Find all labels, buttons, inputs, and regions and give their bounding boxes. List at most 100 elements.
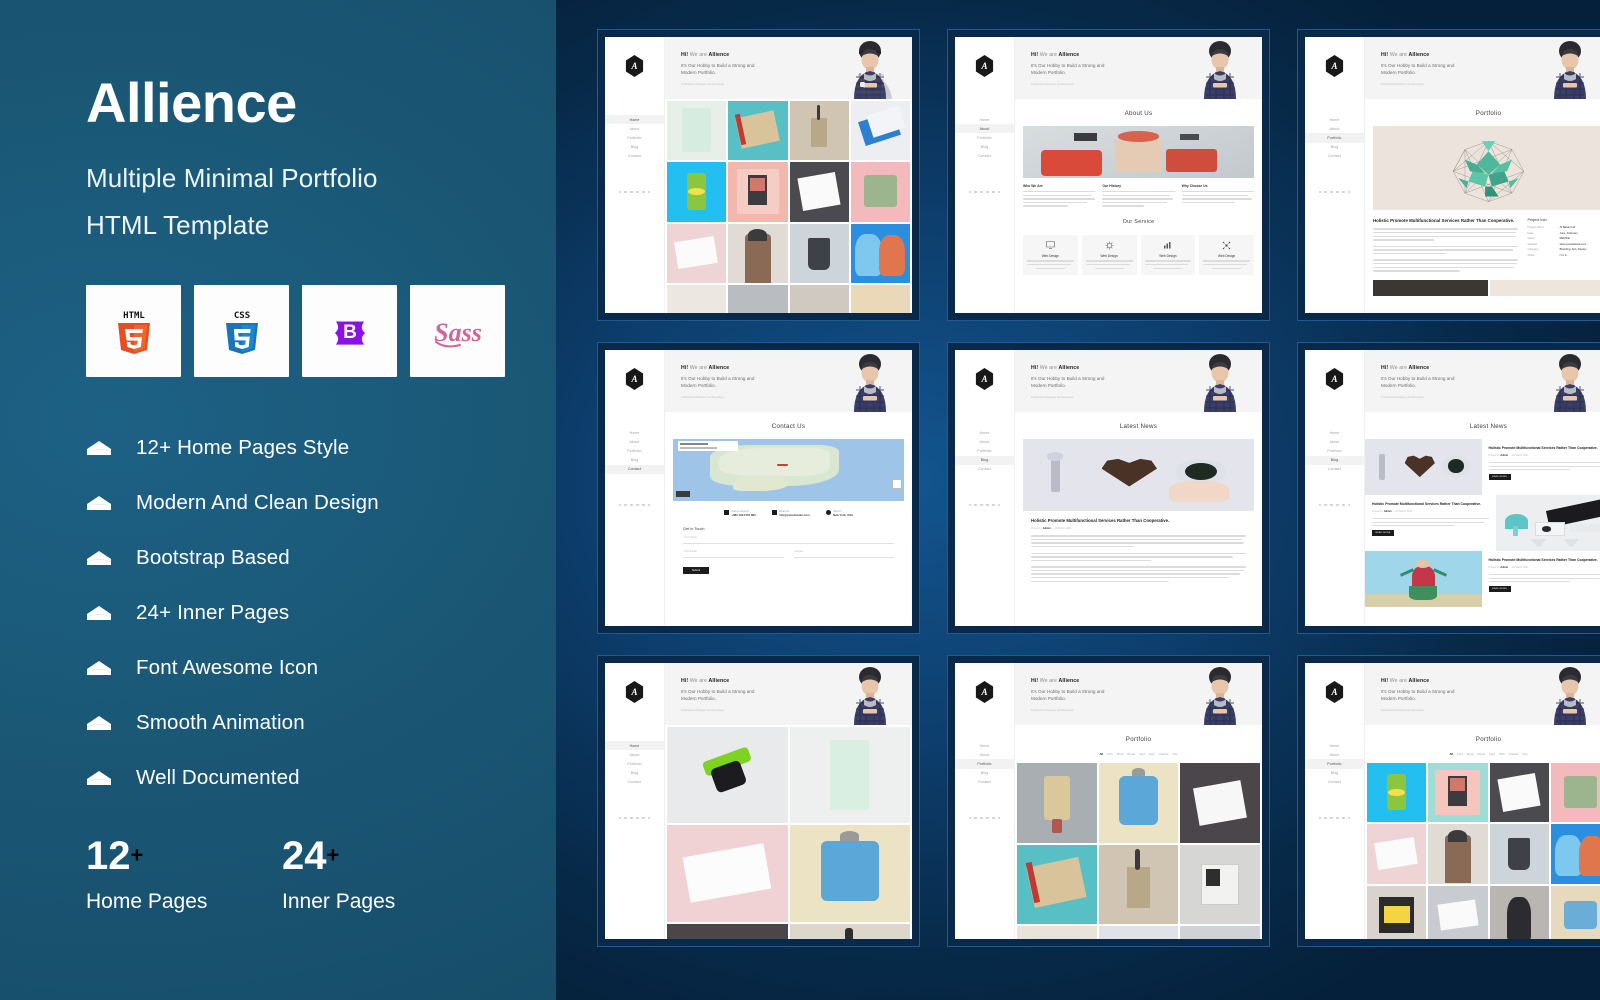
portfolio-item[interactable] — [1428, 885, 1488, 939]
filter-print[interactable]: Print — [1457, 752, 1463, 756]
nav-item-blog[interactable]: Blog — [1305, 143, 1364, 152]
portfolio-item[interactable] — [667, 284, 727, 313]
nav-item-portfolio[interactable]: Portfolio — [1305, 446, 1364, 455]
nav-item-home[interactable]: Home — [1305, 428, 1364, 437]
portfolio-item[interactable] — [1428, 763, 1488, 823]
behance-icon[interactable] — [1336, 190, 1339, 194]
facebook-icon[interactable] — [1318, 503, 1321, 507]
twitter-icon[interactable] — [1324, 816, 1327, 820]
screenshot-card-blog-list[interactable]: A Home About Portfolio Blog Contact Hi! … — [1297, 342, 1600, 634]
dribbble-icon[interactable] — [1330, 190, 1333, 194]
linkedin-icon[interactable] — [1348, 190, 1351, 194]
nav-item-portfolio[interactable]: Portfolio — [1305, 759, 1364, 769]
filter-mock[interactable]: Mock — [1117, 752, 1124, 756]
twitter-icon[interactable] — [974, 503, 977, 507]
filter-brand[interactable]: Brand — [1128, 752, 1135, 756]
portfolio-item[interactable] — [728, 284, 788, 313]
portfolio-item[interactable] — [1017, 844, 1097, 925]
filter-web[interactable]: Web — [1149, 752, 1155, 756]
social-icon-row[interactable] — [605, 816, 664, 820]
twitter-icon[interactable] — [974, 816, 977, 820]
instagram-icon[interactable] — [642, 816, 645, 820]
nav-item-blog[interactable]: Blog — [605, 769, 664, 778]
nav-item-about[interactable]: About — [605, 124, 664, 133]
facebook-icon[interactable] — [618, 816, 621, 820]
portfolio-item[interactable] — [789, 284, 849, 313]
nav-item-blog[interactable]: Blog — [955, 769, 1014, 778]
nav-item-portfolio[interactable]: Portfolio — [955, 759, 1014, 769]
nav-item-portfolio[interactable]: Portfolio — [605, 759, 664, 768]
dribbble-icon[interactable] — [1330, 816, 1333, 820]
instagram-icon[interactable] — [992, 190, 995, 194]
nav-item-portfolio[interactable]: Portfolio — [605, 446, 664, 455]
blog-post-row[interactable]: Holistic Promote Multifunctional Service… — [1365, 495, 1600, 551]
portfolio-item[interactable] — [1180, 763, 1260, 843]
social-icon-row[interactable] — [1305, 816, 1364, 820]
nav-item-home[interactable]: Home — [605, 428, 664, 437]
portfolio-item[interactable] — [789, 727, 910, 824]
nav-item-home[interactable]: Home — [955, 428, 1014, 437]
behance-icon[interactable] — [986, 816, 989, 820]
nav-item-about[interactable]: About — [1305, 750, 1364, 759]
portfolio-item[interactable] — [667, 923, 788, 939]
filter-print[interactable]: Print — [1107, 752, 1113, 756]
portfolio-item[interactable] — [1550, 824, 1600, 884]
portfolio-item[interactable] — [1098, 844, 1179, 925]
dribbble-icon[interactable] — [1330, 503, 1333, 507]
portfolio-item[interactable] — [728, 162, 788, 222]
portfolio-item[interactable] — [1180, 926, 1260, 939]
instagram-icon[interactable] — [1342, 190, 1345, 194]
subject-field[interactable]: Subject — [793, 550, 894, 558]
nav-item-about[interactable]: About — [955, 437, 1014, 446]
portfolio-item[interactable] — [667, 162, 727, 222]
nav-item-contact[interactable]: Contact — [955, 465, 1014, 474]
portfolio-item[interactable] — [1367, 885, 1427, 939]
submit-button[interactable]: Submit — [683, 567, 709, 574]
nav-item-about[interactable]: About — [1305, 437, 1364, 446]
portfolio-filter-bar[interactable]: All Print Mock Brand Card Web Graphic Ar… — [1015, 752, 1262, 763]
email-field[interactable]: Your Email — [683, 550, 784, 558]
linkedin-icon[interactable] — [1348, 816, 1351, 820]
nav-item-about[interactable]: About — [605, 437, 664, 446]
behance-icon[interactable] — [636, 816, 639, 820]
service-card[interactable]: Web Design — [1199, 234, 1254, 275]
twitter-icon[interactable] — [624, 503, 627, 507]
portfolio-item[interactable] — [667, 223, 727, 283]
portfolio-item[interactable] — [667, 727, 788, 824]
filter-all[interactable]: All — [1449, 752, 1453, 756]
screenshot-card-contact-us[interactable]: A Home About Portfolio Blog Contact Hi! … — [597, 342, 920, 634]
social-icon-row[interactable] — [1305, 190, 1364, 194]
filter-card[interactable]: Card — [1489, 752, 1495, 756]
screenshot-card-home-portfolio-two-column[interactable]: A Home About Portfolio Blog Contact Hi! … — [597, 655, 920, 947]
nav-item-blog[interactable]: Blog — [1305, 455, 1364, 465]
dribbble-icon[interactable] — [630, 816, 633, 820]
portfolio-item[interactable] — [789, 162, 849, 222]
behance-icon[interactable] — [986, 190, 989, 194]
name-field[interactable]: Your Name — [683, 536, 894, 544]
portfolio-item[interactable] — [850, 284, 910, 313]
portfolio-item[interactable] — [728, 223, 788, 283]
nav-item-blog[interactable]: Blog — [1305, 769, 1364, 778]
nav-item-contact[interactable]: Contact — [1305, 152, 1364, 161]
service-card[interactable]: Web Design — [1140, 234, 1196, 275]
portfolio-item[interactable] — [789, 923, 910, 939]
portfolio-item[interactable] — [1017, 926, 1097, 939]
portfolio-filter-bar[interactable]: All Print Mock Brand Card Web Graphic Ar… — [1365, 752, 1600, 763]
nav-item-home[interactable]: Home — [955, 741, 1014, 750]
nav-item-about[interactable]: About — [955, 124, 1014, 134]
nav-item-portfolio[interactable]: Portfolio — [955, 133, 1014, 142]
portfolio-item[interactable] — [1017, 763, 1097, 843]
social-icon-row[interactable] — [1305, 503, 1364, 507]
filter-arts[interactable]: Arts — [1523, 752, 1528, 756]
read-more-button[interactable]: READ MORE — [1488, 586, 1511, 593]
nav-item-about[interactable]: About — [1305, 124, 1364, 133]
filter-graphic[interactable]: Graphic — [1509, 752, 1519, 756]
dribbble-icon[interactable] — [980, 190, 983, 194]
portfolio-item[interactable] — [1367, 824, 1427, 884]
blog-post-row[interactable]: Holistic Promote Multifunctional Service… — [1365, 551, 1600, 607]
portfolio-item[interactable] — [1180, 844, 1260, 925]
filter-card[interactable]: Card — [1139, 752, 1145, 756]
social-icon-row[interactable] — [955, 190, 1014, 194]
portfolio-item[interactable] — [1367, 763, 1427, 823]
behance-icon[interactable] — [1336, 816, 1339, 820]
